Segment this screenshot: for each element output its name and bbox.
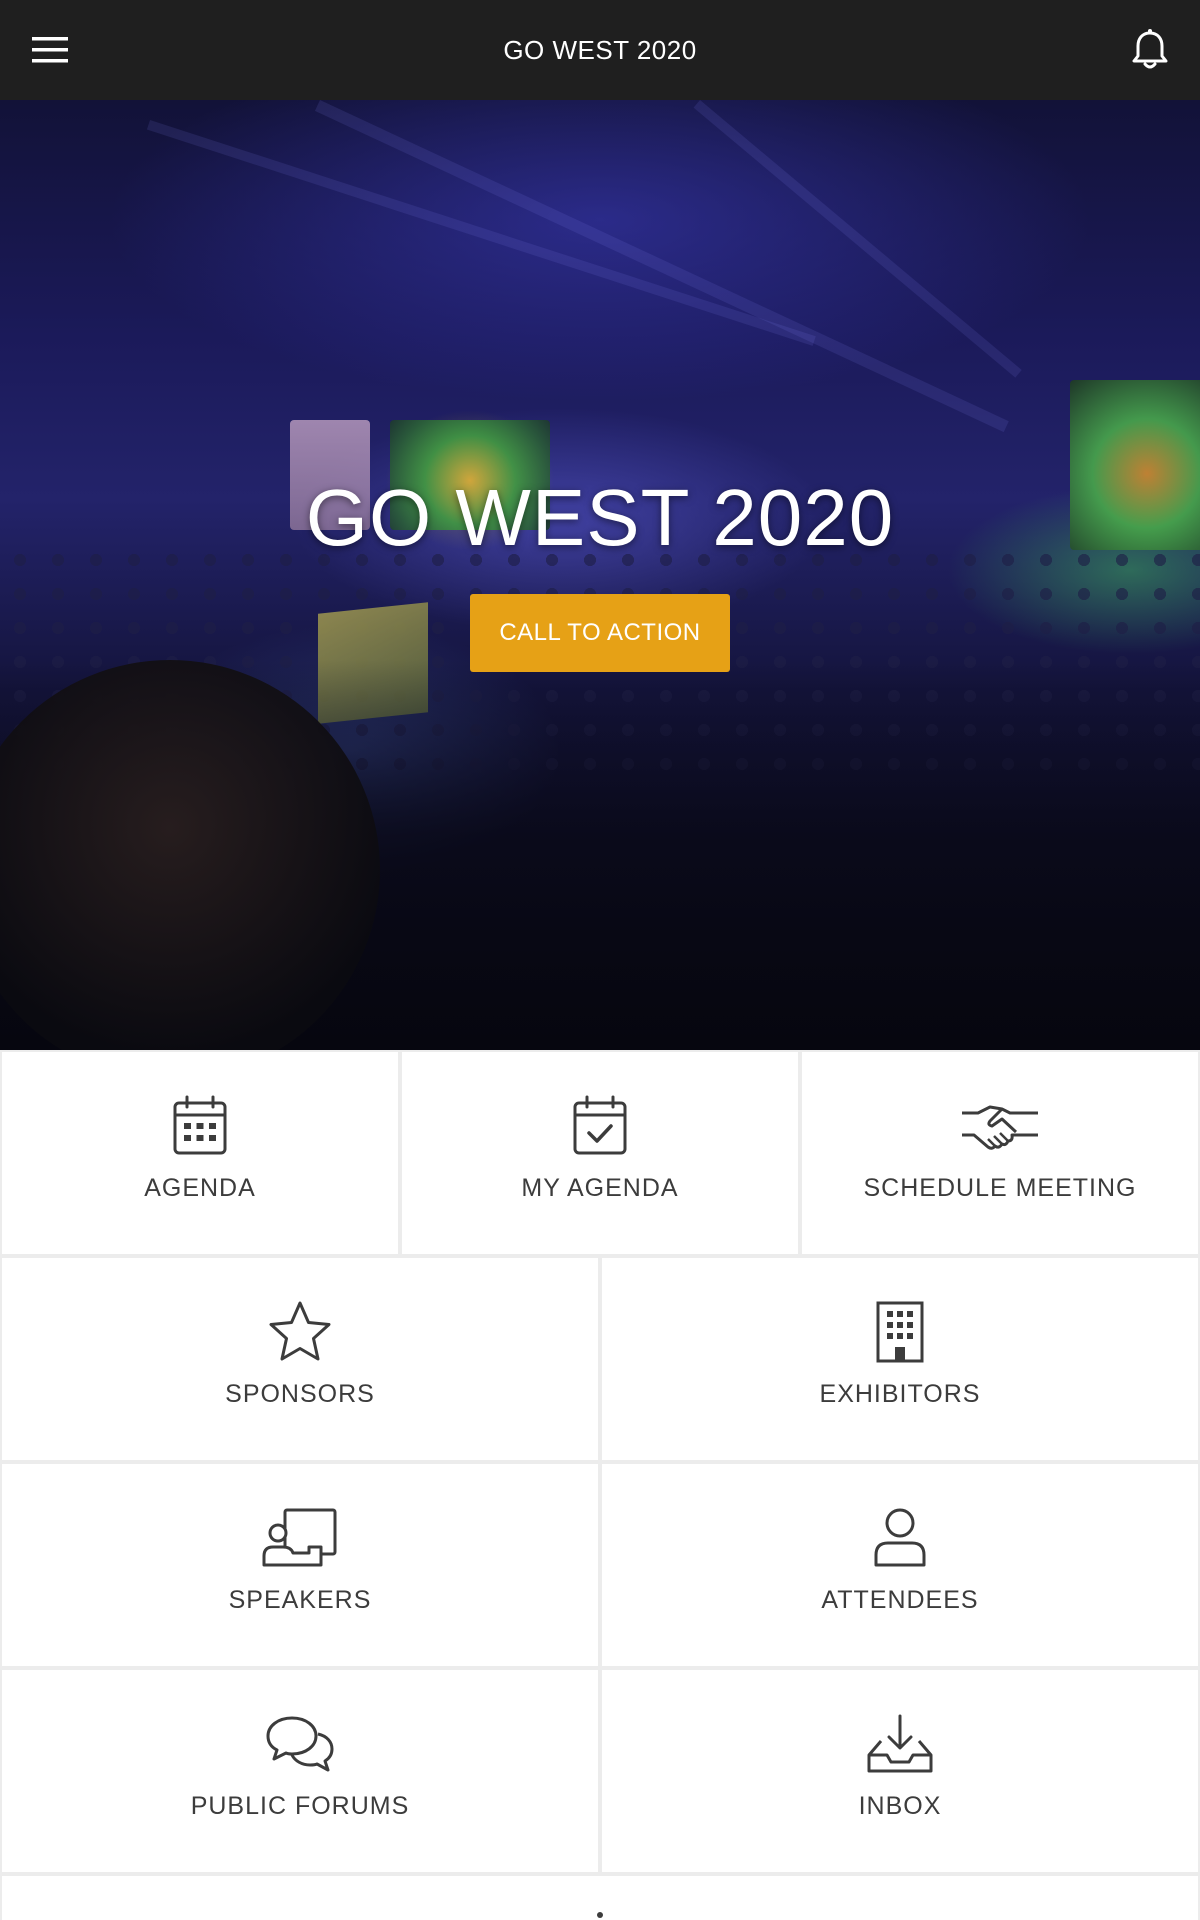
tile-agenda[interactable]: AGENDA: [2, 1052, 398, 1254]
calendar-icon: [160, 1094, 240, 1158]
tile-label: EXHIBITORS: [819, 1380, 981, 1408]
tile-label: PUBLIC FORUMS: [190, 1792, 410, 1820]
stage-light-beam: [314, 100, 1009, 433]
tile-label: AGENDA: [144, 1174, 256, 1202]
top-app-bar: GO WEST 2020: [0, 0, 1200, 100]
tile-my-agenda[interactable]: MY AGENDA: [402, 1052, 798, 1254]
tile-label: MY AGENDA: [521, 1174, 679, 1202]
partial-icon: [597, 1912, 603, 1918]
star-icon: [260, 1300, 340, 1364]
tile-label: SPEAKERS: [228, 1586, 372, 1614]
tile-public-forums[interactable]: PUBLIC FORUMS: [2, 1670, 598, 1872]
tile-label: INBOX: [858, 1792, 942, 1820]
hero-title: GO WEST 2020: [305, 473, 895, 562]
chat-bubbles-icon: [260, 1712, 340, 1776]
tile-label: SCHEDULE MEETING: [863, 1174, 1137, 1202]
bell-icon[interactable]: [1126, 26, 1174, 74]
hamburger-menu-icon[interactable]: [26, 26, 74, 74]
hero-banner: GO WEST 2020 CALL TO ACTION: [0, 100, 1200, 1050]
tile-schedule-meeting[interactable]: SCHEDULE MEETING: [802, 1052, 1198, 1254]
handshake-icon: [960, 1094, 1040, 1158]
tile-speakers[interactable]: SPEAKERS: [2, 1464, 598, 1666]
calendar-check-icon: [560, 1094, 640, 1158]
presenter-icon: [260, 1506, 340, 1570]
stage-light-beam: [693, 100, 1022, 378]
person-icon: [860, 1506, 940, 1570]
tile-label: ATTENDEES: [821, 1586, 979, 1614]
tile-sponsors[interactable]: SPONSORS: [2, 1258, 598, 1460]
call-to-action-button[interactable]: CALL TO ACTION: [470, 594, 730, 672]
building-icon: [860, 1300, 940, 1364]
inbox-download-icon: [860, 1712, 940, 1776]
tile-exhibitors[interactable]: EXHIBITORS: [602, 1258, 1198, 1460]
app-title: GO WEST 2020: [503, 34, 697, 65]
tile-more[interactable]: [2, 1876, 1198, 1920]
tile-label: SPONSORS: [225, 1380, 375, 1408]
tile-inbox[interactable]: INBOX: [602, 1670, 1198, 1872]
tile-attendees[interactable]: ATTENDEES: [602, 1464, 1198, 1666]
stage-light-beam: [146, 120, 816, 346]
